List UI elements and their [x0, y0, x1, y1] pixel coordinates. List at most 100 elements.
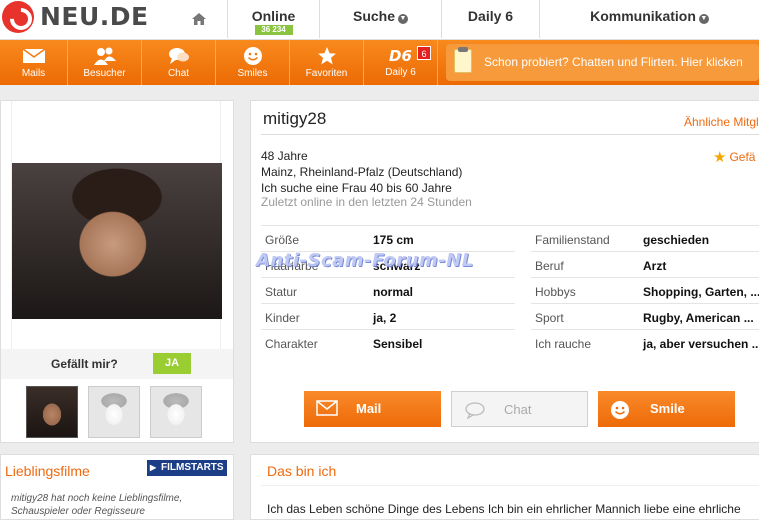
- profile-seeking: Ich suche eine Frau 40 bis 60 Jahre: [261, 181, 452, 195]
- toolbar-mails[interactable]: Mails: [0, 40, 68, 85]
- chat-bubble-icon: [465, 402, 485, 419]
- attribute-row: Familienstand geschieden: [531, 226, 759, 252]
- toolbar-smiles[interactable]: Smiles: [216, 40, 290, 85]
- toolbar-favoriten-label: Favoriten: [305, 68, 348, 79]
- daily6-count-badge: 6: [417, 46, 431, 60]
- attribute-row: Größe 175 cm: [261, 226, 515, 252]
- mail-button-label: Mail: [356, 401, 382, 416]
- attribute-key: Hobbys: [535, 285, 576, 299]
- toolbar-favoriten[interactable]: Favoriten: [290, 40, 364, 85]
- films-empty-text: mitigy28 hat noch keine Lieblingsfilme, …: [11, 493, 183, 517]
- profile-panel: mitigy28 Ähnliche Mitgl 48 Jahre Mainz, …: [250, 100, 759, 443]
- nav-kommunikation[interactable]: Kommunikation ▼: [540, 0, 759, 38]
- attribute-value: ja, aber versuchen ...: [643, 337, 759, 351]
- photo-panel: Gefällt mir? JA: [0, 100, 234, 443]
- nav-online-label: Online: [251, 8, 296, 24]
- chevron-down-icon: ▼: [398, 14, 408, 24]
- attribute-row: Charakter Sensibel: [261, 330, 515, 356]
- promo-text: Schon probiert? Chatten und Flirten. Hie…: [484, 55, 743, 69]
- envelope-icon: [22, 48, 45, 63]
- attribute-key: Ich rauche: [535, 337, 592, 351]
- like-question: Gefällt mir?: [51, 357, 118, 371]
- chevron-down-icon: ▼: [698, 14, 709, 24]
- attribute-row: Statur normal: [261, 278, 515, 304]
- attribute-key: Sport: [535, 311, 564, 325]
- attribute-value: 175 cm: [373, 233, 414, 247]
- toolbar-smiles-label: Smiles: [237, 68, 268, 79]
- profile-age: 48 Jahre: [261, 149, 308, 163]
- watermark-text: Anti-Scam-Forum-NL: [256, 250, 474, 271]
- profile-photo[interactable]: [12, 163, 222, 319]
- attribute-value: geschieden: [643, 233, 710, 247]
- heart-logo-icon: [2, 1, 34, 33]
- top-header: NEU.DE Online 36 234 Suche ▼ Daily 6 Komm…: [0, 0, 759, 40]
- logo-text: NEU.DE: [40, 2, 149, 31]
- attribute-value: Sensibel: [373, 337, 423, 351]
- about-me-panel: Das bin ich Ich das Leben schöne Dinge d…: [250, 454, 759, 520]
- profile-location: Mainz, Rheinland-Pfalz (Deutschland): [261, 165, 463, 179]
- profile-last-online: Zuletzt online in den letzten 24 Stunden: [261, 195, 472, 209]
- photo-thumbnail-2[interactable]: [88, 386, 140, 438]
- envelope-icon: [316, 400, 338, 416]
- attribute-row: Sport Rugby, American ...: [531, 304, 759, 330]
- attribute-key: Familienstand: [535, 233, 610, 247]
- attribute-key: Größe: [265, 233, 300, 247]
- add-favorite-link[interactable]: ★ Gefä: [713, 148, 755, 166]
- about-text: Ich das Leben schöne Dinge des Lebens Ic…: [267, 502, 741, 516]
- toolbar-daily6-label: Daily 6: [385, 67, 416, 78]
- nav-suche-label: Suche: [352, 8, 395, 24]
- toolbar-chat-label: Chat: [167, 68, 190, 79]
- attribute-row: Beruf Arzt: [531, 252, 759, 278]
- attribute-value: normal: [373, 285, 414, 299]
- photo-frame: [11, 101, 222, 349]
- notepad-icon: [454, 47, 472, 73]
- send-mail-button[interactable]: Mail: [304, 391, 441, 427]
- attribute-key: Statur: [265, 285, 298, 299]
- like-row: Gefällt mir? JA: [1, 349, 233, 379]
- attribute-value: ja, 2: [373, 311, 397, 325]
- smile-button-label: Smile: [650, 401, 685, 416]
- about-title: Das bin ich: [267, 463, 337, 479]
- star-icon: ★: [713, 149, 727, 166]
- favorite-films-panel: Lieblingsfilme FILMSTARTS mitigy28 hat n…: [0, 454, 234, 520]
- nav-kommunikation-label: Kommunikation: [590, 8, 696, 24]
- chat-promo-banner[interactable]: Schon probiert? Chatten und Flirten. Hie…: [446, 44, 759, 81]
- photo-thumbnail-3[interactable]: [150, 386, 202, 438]
- attribute-key: Charakter: [265, 337, 318, 351]
- quick-toolbar: Mails Besucher Chat Smiles Favoriten D6 …: [0, 40, 759, 85]
- films-title: Lieblingsfilme: [5, 463, 90, 479]
- nav-daily6-label: Daily 6: [467, 8, 514, 24]
- smiley-icon: [611, 401, 629, 419]
- attribute-row: Ich rauche ja, aber versuchen ...: [531, 330, 759, 356]
- nav-suche[interactable]: Suche ▼: [320, 0, 442, 38]
- attribute-value: Arzt: [643, 259, 667, 273]
- toolbar-besucher-label: Besucher: [83, 68, 126, 79]
- chat-button-label: Chat: [504, 402, 532, 417]
- toolbar-chat[interactable]: Chat: [142, 40, 216, 85]
- nav-daily6[interactable]: Daily 6: [442, 0, 540, 38]
- similar-members-link[interactable]: Ähnliche Mitgl: [684, 115, 759, 129]
- send-smile-button[interactable]: Smile: [598, 391, 735, 427]
- site-logo[interactable]: NEU.DE: [0, 0, 160, 36]
- chat-button[interactable]: Chat: [451, 391, 588, 427]
- chat-bubble-icon: [168, 48, 189, 64]
- smiley-icon: [243, 47, 262, 65]
- filmstarts-logo[interactable]: FILMSTARTS: [147, 460, 227, 476]
- favorite-link-label: Gefä: [729, 150, 756, 164]
- like-yes-button[interactable]: JA: [153, 353, 191, 374]
- attribute-value: Rugby, American ...: [643, 311, 754, 325]
- attribute-key: Beruf: [535, 259, 564, 273]
- nav-online[interactable]: Online 36 234: [228, 0, 320, 38]
- profile-username: mitigy28: [263, 109, 327, 128]
- photo-thumbnail-1[interactable]: [26, 386, 78, 438]
- home-button[interactable]: [170, 0, 228, 38]
- divider: [261, 134, 759, 135]
- divider: [261, 485, 759, 486]
- attribute-row: Kinder ja, 2: [261, 304, 515, 330]
- toolbar-daily6[interactable]: D6 6 Daily 6: [364, 40, 438, 85]
- toolbar-besucher[interactable]: Besucher: [68, 40, 142, 85]
- online-count-badge: 36 234: [254, 25, 293, 35]
- attribute-row: Hobbys Shopping, Garten, ...: [531, 278, 759, 304]
- star-icon: [317, 47, 336, 65]
- home-icon: [191, 13, 206, 25]
